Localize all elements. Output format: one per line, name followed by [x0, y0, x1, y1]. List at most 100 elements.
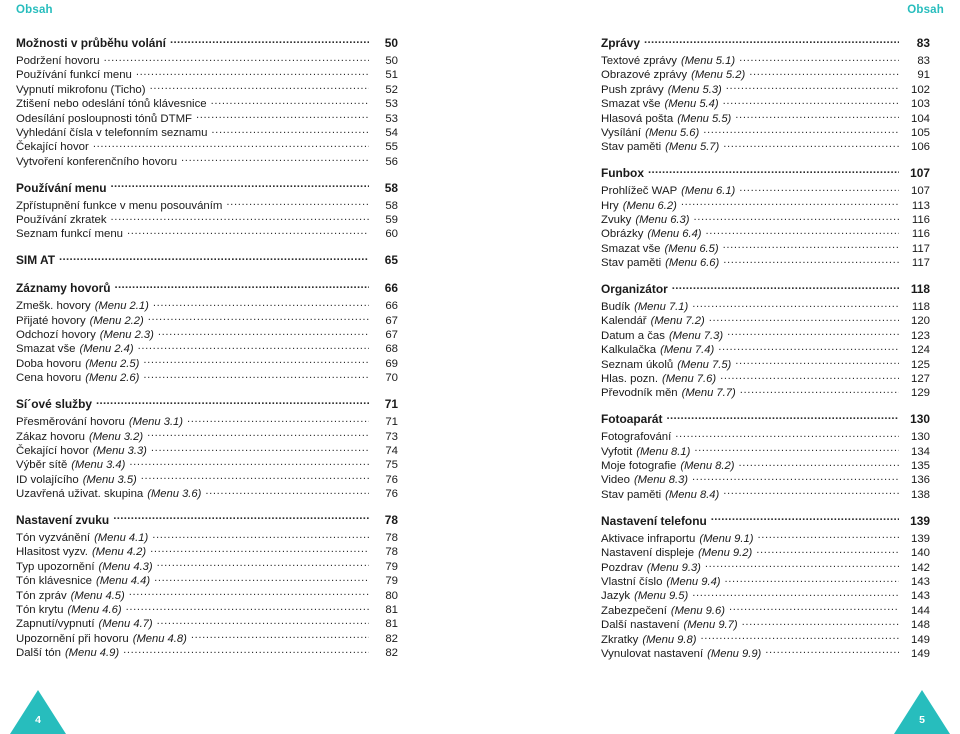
toc-entry-row[interactable]: Video(Menu 8.3) 136	[601, 472, 930, 486]
toc-entry-row[interactable]: Kalkulačka(Menu 7.4) 124	[601, 342, 930, 356]
toc-section-row[interactable]: Organizátor 118	[601, 282, 930, 298]
toc-entry-row[interactable]: Další tón(Menu 4.9) 82	[16, 645, 398, 659]
toc-entry-row[interactable]: Fotografování 130	[601, 429, 930, 443]
toc-section-row[interactable]: Fotoaparát 130	[601, 412, 930, 428]
toc-entry-row[interactable]: Zpřístupnění funkce v menu posouváním 58	[16, 198, 398, 212]
toc-entry-row[interactable]: Typ upozornění(Menu 4.3) 79	[16, 559, 398, 573]
toc-entry-row[interactable]: Smazat vše(Menu 6.5) 117	[601, 241, 930, 255]
toc-entry-row[interactable]: Hlas. pozn.(Menu 7.6) 127	[601, 371, 930, 385]
page-header-right: Obsah	[907, 4, 944, 16]
toc-entry-row[interactable]: Smazat vše(Menu 5.4) 103	[601, 96, 930, 110]
toc-page-number: 130	[910, 431, 930, 444]
toc-entry-row[interactable]: Push zprávy(Menu 5.3) 102	[601, 82, 930, 96]
toc-page-number: 105	[910, 126, 930, 139]
toc-entry-row[interactable]: Moje fotografie(Menu 8.2) 135	[601, 458, 930, 472]
toc-entry-row[interactable]: Kalendář(Menu 7.2) 120	[601, 313, 930, 327]
toc-entry-row[interactable]: Zapnutí/vypnutí(Menu 4.7) 81	[16, 616, 398, 630]
toc-entry-row[interactable]: Pozdrav(Menu 9.3) 142	[601, 560, 930, 574]
toc-page-number: 142	[910, 561, 930, 574]
toc-entry-row[interactable]: Tón zpráv(Menu 4.5) 80	[16, 588, 398, 602]
toc-entry-label: Typ upozornění	[16, 560, 95, 573]
toc-entry-row[interactable]: Datum a čas(Menu 7.3) 123	[601, 328, 930, 342]
toc-entry-row[interactable]: Vlastní číslo(Menu 9.4) 143	[601, 574, 930, 588]
toc-section-row[interactable]: Záznamy hovorů 66	[16, 281, 398, 297]
toc-section-row[interactable]: Možnosti v průběhu volání 50	[16, 36, 398, 52]
toc-entry-row[interactable]: Vyhledání čísla v telefonním seznamu 54	[16, 125, 398, 139]
toc-section-row[interactable]: Funbox 107	[601, 166, 930, 182]
dot-leader	[723, 255, 899, 266]
toc-page-number: 103	[910, 98, 930, 111]
toc-entry-row[interactable]: Přijaté hovory(Menu 2.2) 67	[16, 313, 398, 327]
toc-entry-row[interactable]: Hlasitost vyzv.(Menu 4.2) 78	[16, 544, 398, 558]
toc-entry-row[interactable]: Cena hovoru(Menu 2.6) 70	[16, 370, 398, 384]
toc-entry-row[interactable]: Zákaz hovoru(Menu 3.2) 73	[16, 429, 398, 443]
toc-entry-row[interactable]: Používání zkratek 59	[16, 212, 398, 226]
toc-entry-row[interactable]: Budík(Menu 7.1) 118	[601, 299, 930, 313]
toc-entry-label: Čekající hovor	[16, 141, 89, 154]
toc-entry-row[interactable]: Vysílání(Menu 5.6) 105	[601, 125, 930, 139]
toc-entry-row[interactable]: Tón klávesnice(Menu 4.4) 79	[16, 573, 398, 587]
toc-entry-row[interactable]: Ztišení nebo odeslání tónů klávesnice 53	[16, 96, 398, 110]
toc-section-row[interactable]: Nastavení telefonu 139	[601, 514, 930, 530]
toc-entry-row[interactable]: Další nastavení(Menu 9.7) 148	[601, 617, 930, 631]
toc-entry-label: Zákaz hovoru	[16, 430, 86, 443]
toc-entry-row[interactable]: Seznam úkolů(Menu 7.5) 125	[601, 357, 930, 371]
toc-entry-row[interactable]: Převodník měn(Menu 7.7) 129	[601, 385, 930, 399]
toc-entry-row[interactable]: Zabezpečení(Menu 9.6) 144	[601, 603, 930, 617]
toc-entry-row[interactable]: Textové zprávy(Menu 5.1) 83	[601, 53, 930, 67]
toc-section-row[interactable]: Zprávy 83	[601, 36, 930, 52]
toc-entry-row[interactable]: Nastavení displeje(Menu 9.2) 140	[601, 545, 930, 559]
toc-entry-row[interactable]: Vynulovat nastavení(Menu 9.9) 149	[601, 646, 930, 660]
dot-leader	[735, 357, 899, 368]
toc-entry-row[interactable]: Zvuky(Menu 6.3) 116	[601, 212, 930, 226]
toc-entry-row[interactable]: Používání funkcí menu 51	[16, 67, 398, 81]
toc-entry-row[interactable]: Tón vyzvánění(Menu 4.1) 78	[16, 530, 398, 544]
toc-entry-row[interactable]: Odesílání posloupnosti tónů DTMF 53	[16, 111, 398, 125]
toc-entry-row[interactable]: Smazat vše(Menu 2.4) 68	[16, 341, 398, 355]
dot-leader	[170, 36, 369, 47]
toc-page-number: 124	[910, 344, 930, 357]
toc-entry-row[interactable]: Čekající hovor(Menu 3.3) 74	[16, 443, 398, 457]
toc-entry-row[interactable]: Zmešk. hovory(Menu 2.1) 66	[16, 298, 398, 312]
toc-entry-row[interactable]: Podržení hovoru 50	[16, 53, 398, 67]
toc-section-label: Používání menu	[16, 180, 107, 195]
toc-entry-row[interactable]: Stav paměti(Menu 8.4) 138	[601, 487, 930, 501]
toc-entry-row[interactable]: Stav paměti(Menu 6.6) 117	[601, 255, 930, 269]
dot-leader	[59, 253, 369, 264]
toc-entry-label: Vypnutí mikrofonu (Ticho)	[16, 83, 146, 96]
toc-page-number: 117	[911, 242, 930, 255]
toc-entry-row[interactable]: Hlasová pošta(Menu 5.5) 104	[601, 111, 930, 125]
toc-entry-row[interactable]: Tón krytu(Menu 4.6) 81	[16, 602, 398, 616]
toc-entry-row[interactable]: ID volajícího(Menu 3.5) 76	[16, 472, 398, 486]
toc-entry-row[interactable]: Doba hovoru(Menu 2.5) 69	[16, 356, 398, 370]
toc-entry-row[interactable]: Vytvoření konferenčního hovoru 56	[16, 154, 398, 168]
toc-entry-row[interactable]: Vyfotit(Menu 8.1) 134	[601, 444, 930, 458]
toc-entry-row[interactable]: Jazyk(Menu 9.5) 143	[601, 588, 930, 602]
toc-entry-label: Přijaté hovory	[16, 314, 86, 327]
dot-leader	[694, 212, 900, 223]
toc-entry-row[interactable]: Přesměrování hovoru(Menu 3.1) 71	[16, 414, 398, 428]
toc-section-row[interactable]: SIM AT 65	[16, 253, 398, 269]
toc-entry-row[interactable]: Vypnutí mikrofonu (Ticho) 52	[16, 82, 398, 96]
toc-page-number: 102	[910, 83, 930, 96]
toc-entry-label: Odchozí hovory	[16, 329, 96, 342]
toc-section-row[interactable]: Sí´ové služby 71	[16, 397, 398, 413]
dot-leader	[152, 530, 369, 541]
toc-section-row[interactable]: Používání menu 58	[16, 181, 398, 197]
toc-entry-row[interactable]: Uzavřená uživat. skupina(Menu 3.6) 76	[16, 486, 398, 500]
toc-entry-row[interactable]: Hry(Menu 6.2) 113	[601, 198, 930, 212]
toc-entry-row[interactable]: Seznam funkcí menu 60	[16, 226, 398, 240]
toc-entry-row[interactable]: Aktivace infraportu(Menu 9.1) 139	[601, 531, 930, 545]
toc-menu-reference: (Menu 2.4)	[79, 343, 134, 356]
toc-entry-row[interactable]: Obrazové zprávy(Menu 5.2) 91	[601, 67, 930, 81]
toc-entry-row[interactable]: Odchozí hovory(Menu 2.3) 67	[16, 327, 398, 341]
toc-section-row[interactable]: Nastavení zvuku 78	[16, 513, 398, 529]
toc-entry-row[interactable]: Zkratky(Menu 9.8) 149	[601, 632, 930, 646]
toc-entry-row[interactable]: Obrázky(Menu 6.4) 116	[601, 226, 930, 240]
toc-entry-row[interactable]: Výběr sítě(Menu 3.4) 75	[16, 457, 398, 471]
page-header-left: Obsah	[16, 4, 53, 16]
toc-entry-row[interactable]: Upozornění při hovoru(Menu 4.8) 82	[16, 631, 398, 645]
toc-entry-row[interactable]: Stav paměti(Menu 5.7) 106	[601, 139, 930, 153]
toc-entry-row[interactable]: Prohlížeč WAP(Menu 6.1) 107	[601, 183, 930, 197]
toc-entry-row[interactable]: Čekající hovor 55	[16, 139, 398, 153]
